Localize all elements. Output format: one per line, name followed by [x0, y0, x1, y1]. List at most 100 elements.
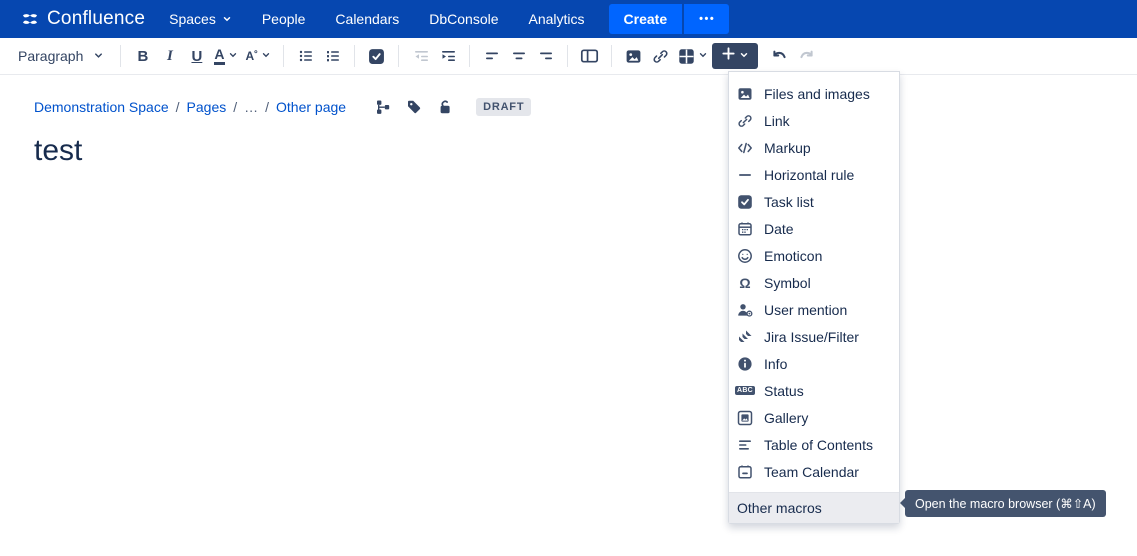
breadcrumb-separator: /: [176, 99, 180, 115]
menu-item-user-mention[interactable]: User mention: [729, 296, 899, 323]
create-button[interactable]: Create: [609, 4, 683, 34]
jira-icon: [737, 329, 753, 345]
horizontal-rule-icon: [737, 167, 753, 183]
breadcrumb: Demonstration Space / Pages / … / Other …: [34, 98, 1103, 116]
menu-item-table-of-contents[interactable]: Table of Contents: [729, 431, 899, 458]
menu-item-gallery[interactable]: Gallery: [729, 404, 899, 431]
task-list-button[interactable]: [363, 43, 390, 69]
confluence-logo-icon: [20, 9, 40, 29]
toolbar-separator: [611, 45, 612, 67]
table-of-contents-icon: [737, 437, 753, 453]
insert-menu-items: Files and images Link Markup Horizontal …: [729, 72, 899, 492]
indent-button[interactable]: [434, 43, 461, 69]
menu-item-info[interactable]: Info: [729, 350, 899, 377]
chevron-down-icon: [739, 47, 749, 65]
chevron-down-icon: [698, 47, 708, 65]
info-icon: [737, 356, 753, 372]
page-tree-icon[interactable]: [375, 99, 391, 115]
insert-content-menu: Files and images Link Markup Horizontal …: [728, 71, 900, 524]
numbered-list-button[interactable]: [319, 43, 346, 69]
align-right-button[interactable]: [532, 43, 559, 69]
paragraph-style-dropdown[interactable]: Paragraph: [10, 43, 112, 69]
chevron-down-icon: [228, 47, 238, 65]
menu-item-other-macros[interactable]: Other macros: [729, 493, 899, 523]
macro-browser-tooltip: Open the macro browser (⌘⇧A): [905, 490, 1106, 517]
breadcrumb-separator: /: [233, 99, 237, 115]
nav-actions: Create •••: [609, 4, 730, 34]
toolbar-separator: [567, 45, 568, 67]
insert-table-dropdown[interactable]: [674, 43, 712, 69]
menu-item-emoticon[interactable]: Emoticon: [729, 242, 899, 269]
redo-button[interactable]: [793, 43, 820, 69]
chevron-down-icon: [222, 11, 232, 27]
editor-content: Demonstration Space / Pages / … / Other …: [0, 75, 1137, 498]
task-list-icon: [737, 194, 753, 210]
draft-status-badge: DRAFT: [476, 98, 531, 116]
top-navigation-bar: Confluence Spaces People Calendars DbCon…: [0, 0, 1137, 38]
chevron-down-icon: [93, 48, 104, 64]
user-mention-icon: [737, 302, 753, 318]
confluence-editor-window: Confluence Spaces People Calendars DbCon…: [0, 0, 1137, 556]
nav-item-dbconsole[interactable]: DbConsole: [429, 11, 498, 27]
page-title[interactable]: test: [34, 134, 1103, 168]
nav-more-button[interactable]: •••: [684, 4, 729, 34]
underline-button[interactable]: U: [183, 43, 210, 69]
text-color-icon: A: [214, 47, 224, 65]
symbol-omega-icon: Ω: [737, 275, 753, 291]
breadcrumb-ellipsis[interactable]: …: [244, 99, 258, 115]
undo-button[interactable]: [766, 43, 793, 69]
menu-item-team-calendar[interactable]: Team Calendar: [729, 458, 899, 485]
team-calendar-icon: [737, 464, 753, 480]
plus-icon: [721, 46, 736, 66]
toolbar-separator: [283, 45, 284, 67]
breadcrumb-link-other-page[interactable]: Other page: [276, 99, 346, 115]
toolbar-separator: [354, 45, 355, 67]
toolbar-separator: [469, 45, 470, 67]
outdent-button[interactable]: [407, 43, 434, 69]
insert-content-dropdown[interactable]: [712, 43, 758, 69]
menu-item-status[interactable]: ABC Status: [729, 377, 899, 404]
page-meta-icons: [375, 99, 453, 115]
menu-item-horizontal-rule[interactable]: Horizontal rule: [729, 161, 899, 188]
confluence-home-link[interactable]: Confluence: [20, 8, 145, 30]
insert-image-button[interactable]: [620, 43, 647, 69]
breadcrumb-separator: /: [265, 99, 269, 115]
more-formatting-icon: A˚: [246, 49, 259, 63]
files-and-images-icon: [737, 86, 753, 102]
bold-button[interactable]: B: [129, 43, 156, 69]
menu-item-markup[interactable]: Markup: [729, 134, 899, 161]
emoticon-icon: [737, 248, 753, 264]
editor-canvas[interactable]: [34, 168, 1103, 498]
nav-item-spaces[interactable]: Spaces: [169, 11, 232, 27]
menu-item-files-and-images[interactable]: Files and images: [729, 80, 899, 107]
nav-item-calendars[interactable]: Calendars: [335, 11, 399, 27]
editor-toolbar: Paragraph B I U A A˚: [0, 38, 1137, 75]
menu-item-task-list[interactable]: Task list: [729, 188, 899, 215]
page-layout-button[interactable]: [576, 43, 603, 69]
menu-item-symbol[interactable]: Ω Symbol: [729, 269, 899, 296]
menu-item-link[interactable]: Link: [729, 107, 899, 134]
gallery-icon: [737, 410, 753, 426]
nav-item-analytics[interactable]: Analytics: [529, 11, 585, 27]
text-color-dropdown[interactable]: A: [210, 43, 241, 69]
chevron-down-icon: [261, 47, 271, 65]
menu-item-jira-issue-filter[interactable]: Jira Issue/Filter: [729, 323, 899, 350]
more-formatting-dropdown[interactable]: A˚: [242, 43, 276, 69]
nav-item-people[interactable]: People: [262, 11, 306, 27]
breadcrumb-link-space[interactable]: Demonstration Space: [34, 99, 169, 115]
insert-link-button[interactable]: [647, 43, 674, 69]
breadcrumb-link-pages[interactable]: Pages: [187, 99, 227, 115]
toolbar-separator: [398, 45, 399, 67]
status-icon: ABC: [737, 383, 753, 399]
italic-button[interactable]: I: [156, 43, 183, 69]
link-icon: [737, 113, 753, 129]
bullet-list-button[interactable]: [292, 43, 319, 69]
unlock-icon[interactable]: [437, 99, 453, 115]
align-left-button[interactable]: [478, 43, 505, 69]
date-icon: [737, 221, 753, 237]
align-center-button[interactable]: [505, 43, 532, 69]
labels-tag-icon[interactable]: [406, 99, 422, 115]
menu-item-date[interactable]: Date: [729, 215, 899, 242]
logo-text: Confluence: [47, 8, 145, 30]
toolbar-separator: [120, 45, 121, 67]
